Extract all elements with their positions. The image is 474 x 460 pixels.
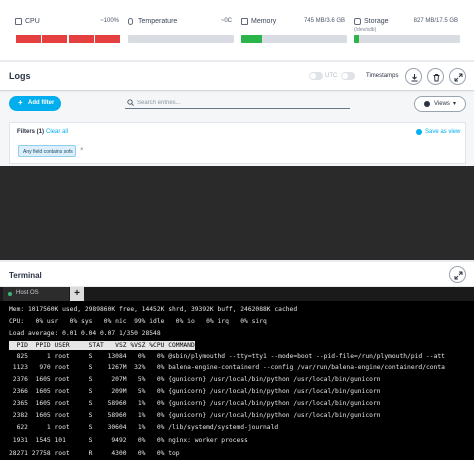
delete-logs-button[interactable] — [427, 68, 444, 85]
status-dot-icon — [8, 292, 12, 296]
metric-memory-label: Memory — [251, 18, 277, 25]
process-table-header: PID PPID USER STAT VSZ %VSZ %CPU COMMAND — [9, 341, 195, 350]
logs-title: Logs — [9, 71, 31, 81]
logs-header: Logs UTC Timestamps — [0, 62, 474, 91]
expand-icon — [454, 73, 463, 82]
memory-icon — [241, 18, 248, 25]
utc-toggle[interactable] — [309, 72, 323, 80]
search-input[interactable] — [137, 97, 347, 108]
save-as-view-link[interactable]: Save as view — [416, 129, 461, 135]
temperature-bar — [128, 35, 234, 43]
filters-panel: Filters (1) Clear all Save as view Any f… — [9, 122, 466, 164]
trash-icon — [433, 74, 440, 82]
cpu-core-bar — [15, 35, 41, 43]
metric-cpu-label: CPU — [25, 18, 40, 25]
terminal-header: Terminal — [0, 262, 474, 286]
metric-memory-value: 745 MB/3.6 GB — [303, 18, 345, 24]
clear-all-link[interactable]: Clear all — [46, 129, 68, 135]
download-icon — [411, 74, 418, 82]
tab-host-os-label: Host OS — [16, 290, 39, 296]
terminal-output[interactable]: Mem: 1017560K used, 2989860K free, 14452… — [0, 301, 474, 460]
process-row: 2382 1605 root S 58960 1% 0% {gunicorn} … — [9, 412, 381, 419]
timestamps-toggle[interactable] — [341, 72, 355, 80]
views-dropdown[interactable]: Views ▾ — [414, 96, 466, 112]
process-row: 2366 1605 root S 209M 5% 0% {gunicorn} /… — [9, 388, 381, 395]
search-box — [125, 97, 350, 109]
filters-title: Filters (1) — [17, 129, 45, 135]
timestamps-label: Timestamps — [366, 73, 399, 79]
expand-icon — [454, 271, 463, 280]
metric-cpu-value: ~100% — [100, 18, 119, 24]
search-icon — [127, 99, 134, 106]
add-terminal-tab-button[interactable]: + — [70, 287, 84, 301]
expand-logs-button[interactable] — [449, 68, 466, 85]
terminal-title: Terminal — [9, 271, 42, 280]
save-view-icon — [416, 129, 422, 135]
memory-bar — [241, 35, 347, 43]
views-label: Views — [434, 101, 450, 107]
terminal-line: CPU: 0% usr 0% sys 0% nic 99% idle 0% io… — [9, 318, 267, 325]
metric-temperature-label: Temperature — [138, 18, 178, 25]
remove-filter-icon[interactable]: × — [80, 147, 84, 153]
tab-host-os[interactable]: Host OS — [3, 287, 69, 301]
expand-terminal-button[interactable] — [449, 266, 466, 283]
metric-storage-device: (/dev/sdb) — [354, 27, 377, 33]
process-row: 622 1 root S 30604 1% 0% /lib/systemd/sy… — [9, 424, 279, 431]
metric-memory: Memory 745 MB/3.6 GB — [241, 17, 347, 47]
terminal-line: Mem: 1017560K used, 2989860K free, 14452… — [9, 306, 298, 313]
cpu-core-bar — [95, 35, 121, 43]
metric-temperature: Temperature ~0C — [128, 17, 234, 47]
add-filter-button[interactable]: + Add filter — [9, 96, 61, 111]
plus-icon: + — [18, 98, 23, 107]
process-row: 2365 1605 root S 58960 1% 0% {gunicorn} … — [9, 400, 381, 407]
process-row: 1931 1545 101 S 9492 0% 0% nginx: worker… — [9, 437, 248, 444]
terminal-line: Load average: 0.01 0.04 0.07 1/350 28548 — [9, 330, 161, 337]
metric-storage-value: 827 MB/17.5 GB — [413, 18, 458, 24]
cpu-icon — [15, 18, 22, 25]
process-row: 825 1 root S 13084 0% 0% @sbin/plymouthd… — [9, 353, 445, 360]
utc-label: UTC — [325, 73, 338, 79]
metric-storage-label: Storage — [364, 18, 389, 25]
save-as-view-label: Save as view — [425, 129, 461, 135]
metrics-panel: CPU ~100% Temperature ~0C Memory 745 MB/… — [0, 0, 474, 60]
cpu-core-bar — [68, 35, 94, 43]
cpu-core-bar — [42, 35, 68, 43]
storage-bar-fill — [354, 35, 360, 43]
thermometer-icon — [128, 18, 133, 25]
process-row: 28271 27758 root R 4300 0% 0% top — [9, 450, 180, 457]
views-icon — [424, 101, 430, 107]
memory-bar-fill — [241, 35, 263, 43]
add-filter-label: Add filter — [28, 100, 55, 106]
filter-chip-label: Any field contains sofs — [23, 149, 73, 155]
storage-icon — [354, 18, 361, 25]
metric-storage: Storage 827 MB/17.5 GB (/dev/sdb) — [354, 17, 460, 47]
metric-temperature-value: ~0C — [220, 18, 232, 24]
chevron-down-icon: ▾ — [453, 101, 457, 107]
terminal-tabs: Host OS + — [0, 287, 474, 301]
storage-bar — [354, 35, 460, 43]
download-logs-button[interactable] — [405, 68, 422, 85]
cpu-bar — [15, 35, 121, 43]
process-row: 2376 1605 root S 207M 5% 0% {gunicorn} /… — [9, 376, 381, 383]
filter-chip[interactable]: Any field contains sofs — [18, 145, 76, 157]
log-output[interactable] — [0, 166, 474, 260]
process-row: 1123 970 root S 1267M 32% 0% balena-engi… — [9, 364, 445, 371]
metric-cpu: CPU ~100% — [15, 17, 121, 47]
